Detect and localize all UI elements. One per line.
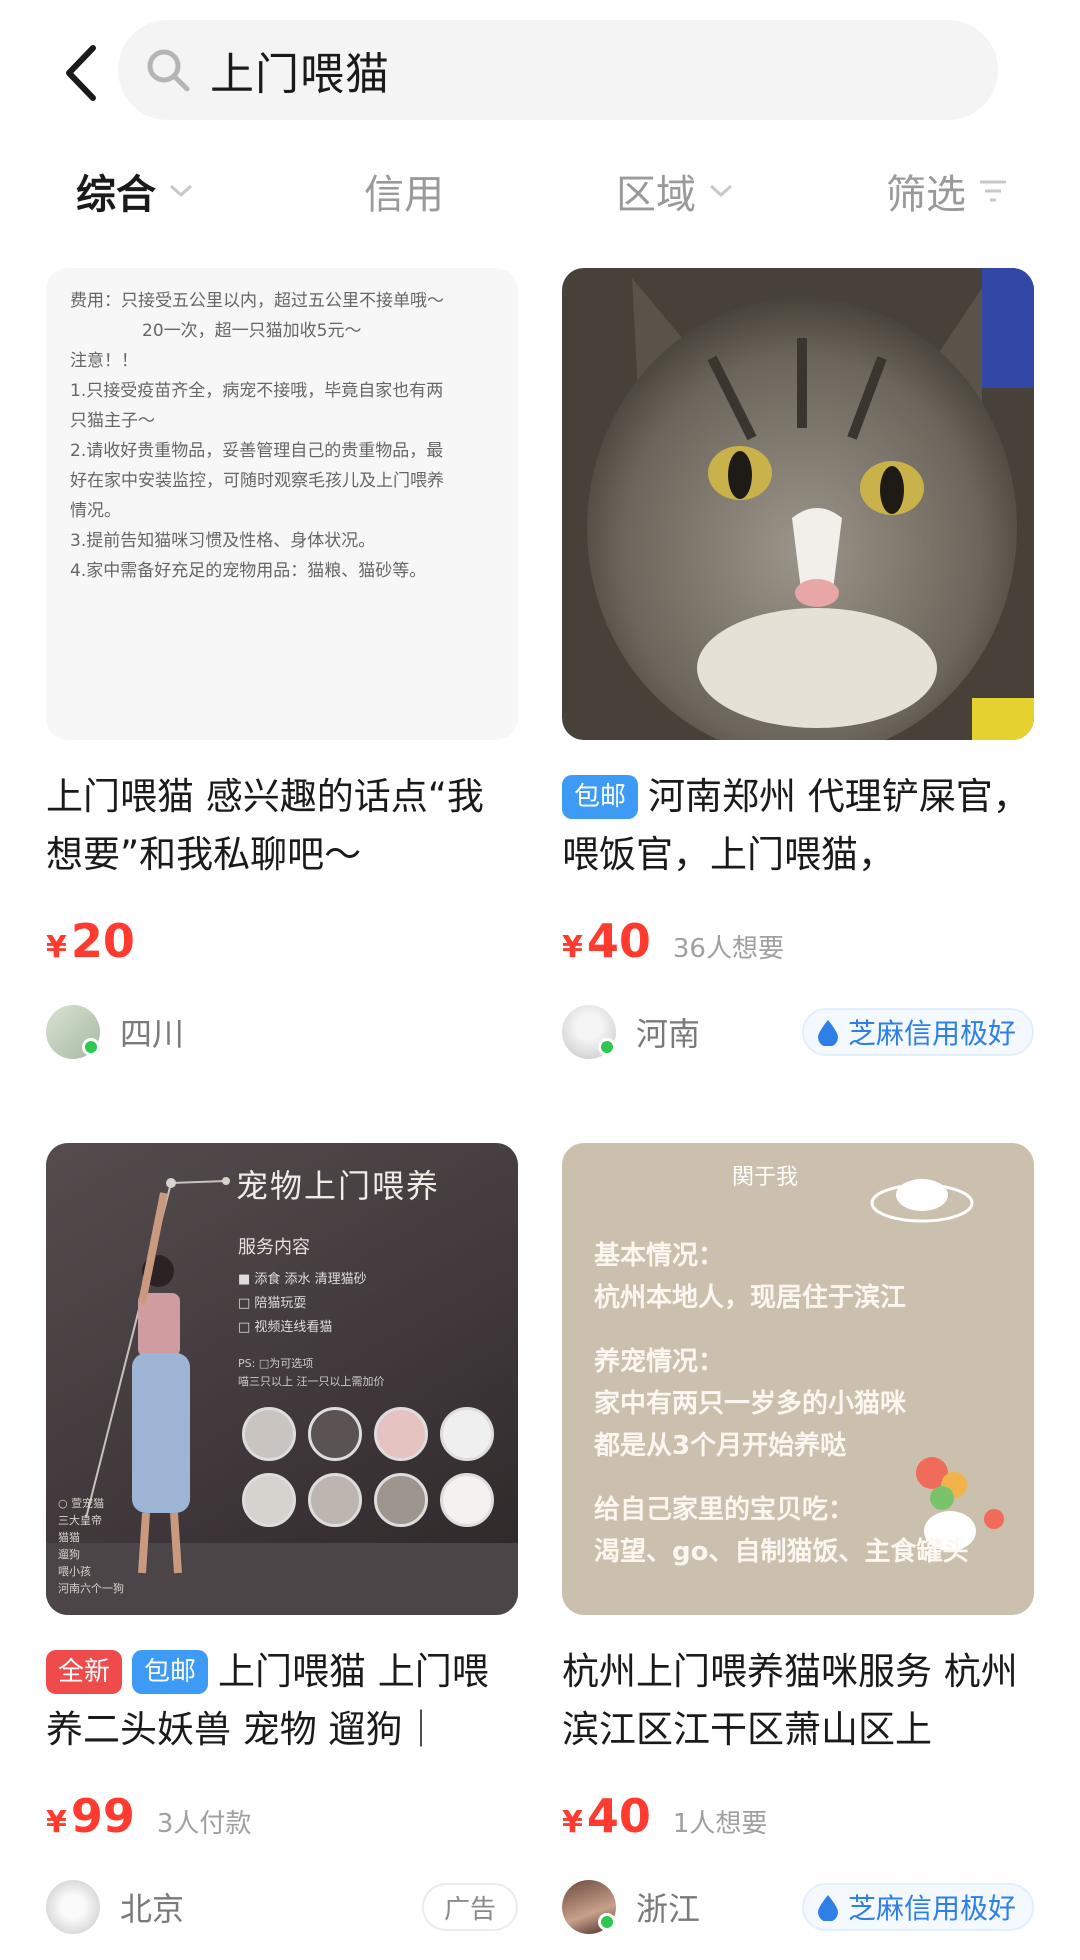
avatar[interactable] <box>46 1880 100 1934</box>
filter-credit[interactable]: 信用 <box>364 162 444 220</box>
cat-thumbnail <box>242 1473 296 1527</box>
search-icon <box>144 46 192 94</box>
seller-region: 浙江 <box>636 1890 701 1928</box>
credit-label: 芝麻信用极好 <box>847 1017 1016 1050</box>
online-indicator <box>82 1038 100 1056</box>
ad-badge: 广告 <box>421 1883 518 1931</box>
note-line: 1.只接受疫苗齐全，病宠不接哦，毕竟自家也有两 <box>70 381 444 401</box>
payment-count: 3人付款 <box>156 1809 252 1839</box>
search-input[interactable]: 上门喂猫 <box>118 20 998 120</box>
chevron-down-icon <box>169 184 193 198</box>
note-line: 2.请收好贵重物品，妥善管理自己的贵重物品，最 <box>70 441 444 461</box>
filter-label: 筛选 <box>886 172 966 218</box>
poster-service-list: ■ 添食 添水 清理猫砂 □ 陪猫玩耍 □ 视频连线看猫 <box>238 1272 367 1335</box>
seller-row: 四川 <box>46 1002 518 1062</box>
poster-ps: PS: □为可选项 喵三只以上 汪一只以上需加价 <box>238 1357 385 1388</box>
product-card[interactable]: 関于我 基本情况： 杭州本地人，现居住于滨江 养宠情况： 家中有两只一岁多的小猫… <box>562 1143 1034 1937</box>
chevron-left-icon <box>66 45 96 101</box>
product-image: 费用：只接受五公里以内，超过五公里不接单哦～ 20一次，超一只猫加收5元～ 注意！！… <box>46 268 518 740</box>
seller-row: 河南 芝麻信用极好 <box>562 1002 1034 1062</box>
chevron-down-icon <box>709 184 733 198</box>
poster-title: 宠物上门喂养 <box>236 1167 441 1205</box>
note-line: 3.提前告知猫咪习惯及性格、身体状况。 <box>70 531 376 551</box>
cat-thumbnail <box>242 1407 296 1461</box>
note-line: 好在家中安装监控，可随时观察毛孩儿及上门喂养 <box>70 471 444 491</box>
price-row: ¥ 40 1人想要 <box>562 1789 1034 1849</box>
filter-label: 综合 <box>76 172 156 218</box>
online-indicator <box>598 1913 616 1931</box>
cat-thumbnail <box>308 1473 362 1527</box>
credit-badge: 芝麻信用极好 <box>801 1883 1034 1931</box>
cat-thumbnail <box>374 1407 428 1461</box>
credit-badge: 芝麻信用极好 <box>801 1008 1034 1056</box>
free-shipping-tag: 包邮 <box>562 775 639 819</box>
back-button[interactable] <box>50 38 110 108</box>
poster-subtitle: 服务内容 <box>238 1237 310 1258</box>
product-title: 包邮 河南郑州 代理铲屎官，喂饭官，上门喂猫， <box>562 775 1030 876</box>
product-title: 杭州上门喂养猫咪服务 杭州滨江区江干区萧山区上 <box>562 1650 1018 1751</box>
filter-screen[interactable]: 筛选 <box>886 162 1008 220</box>
price: 20 <box>70 914 135 968</box>
water-drop-icon <box>817 1020 838 1046</box>
price: 99 <box>70 1789 135 1843</box>
price-row: ¥ 99 3人付款 <box>46 1789 518 1849</box>
seller-region: 河南 <box>636 1015 701 1053</box>
product-card[interactable]: 包邮 河南郑州 代理铲屎官，喂饭官，上门喂猫， ¥ 40 36人想要 河南 芝麻信… <box>562 268 1034 1062</box>
filter-region[interactable]: 区域 <box>616 162 734 220</box>
note-line: 只猫主子～ <box>70 411 155 431</box>
note-line: 20一次，超一只猫加收5元～ <box>142 321 362 341</box>
poster-side-note: ○ 萱宠猫 三大皇帝 猫猫 遛狗 喂小孩 河南六个一狗 <box>58 1497 124 1595</box>
filter-label: 信用 <box>364 172 444 218</box>
new-tag: 全新 <box>46 1650 123 1694</box>
product-card[interactable]: 宠物上门喂养 服务内容 ■ 添食 添水 清理猫砂 □ 陪猫玩耍 □ 视频连线看猫… <box>46 1143 518 1937</box>
cat-thumbnail <box>308 1407 362 1461</box>
filter-comprehensive[interactable]: 综合 <box>76 162 194 220</box>
product-image: 宠物上门喂养 服务内容 ■ 添食 添水 清理猫砂 □ 陪猫玩耍 □ 视频连线看猫… <box>46 1143 518 1615</box>
currency-symbol: ¥ <box>562 930 583 965</box>
filter-label: 区域 <box>616 172 696 218</box>
product-image <box>562 268 1034 740</box>
currency-symbol: ¥ <box>46 1805 67 1840</box>
note-line: 注意！！ <box>70 351 138 371</box>
note-line: 情况。 <box>70 501 121 521</box>
water-drop-icon <box>817 1895 838 1921</box>
seller-region: 四川 <box>120 1015 185 1053</box>
free-shipping-tag: 包邮 <box>132 1650 209 1694</box>
want-count: 1人想要 <box>672 1809 768 1839</box>
credit-label: 芝麻信用极好 <box>847 1892 1016 1925</box>
cat-thumbnail <box>374 1473 428 1527</box>
seller-region: 北京 <box>120 1890 185 1928</box>
price-row: ¥ 40 36人想要 <box>562 914 1034 974</box>
product-image: 関于我 基本情况： 杭州本地人，现居住于滨江 养宠情况： 家中有两只一岁多的小猫… <box>562 1143 1034 1615</box>
price-row: ¥ 20 <box>46 914 518 974</box>
note-line: 4.家中需备好充足的宠物用品：猫粮、猫砂等。 <box>70 561 427 581</box>
want-count: 36人想要 <box>672 934 784 964</box>
note-text: 基本情况： 杭州本地人，现居住于滨江 养宠情况： 家中有两只一岁多的小猫咪 都是… <box>594 1241 969 1567</box>
seller-row: 浙江 芝麻信用极好 <box>562 1877 1034 1937</box>
seller-row: 北京 广告 <box>46 1877 518 1937</box>
dog-thumbnail <box>440 1407 494 1461</box>
product-card[interactable]: 费用：只接受五公里以内，超过五公里不接单哦～ 20一次，超一只猫加收5元～ 注意！！… <box>46 268 518 1062</box>
filter-bar: 综合 信用 区域 筛选 <box>0 150 1080 230</box>
currency-symbol: ¥ <box>46 930 67 965</box>
currency-symbol: ¥ <box>562 1805 583 1840</box>
product-title: 上门喂猫 感兴趣的话点“我想要”和我私聊吧～ <box>46 775 484 876</box>
filter-icon <box>980 180 1006 202</box>
search-query: 上门喂猫 <box>210 49 390 100</box>
top-bar: 上门喂猫 <box>0 0 1080 140</box>
logo-thumbnail <box>440 1473 494 1527</box>
price: 40 <box>586 1789 651 1843</box>
online-indicator <box>598 1038 616 1056</box>
cat-photo <box>562 268 1034 740</box>
product-title: 全新 包邮 上门喂猫 上门喂养二头妖兽 宠物 遛狗｜ <box>46 1650 489 1751</box>
note-line: 费用：只接受五公里以内，超过五公里不接单哦～ <box>70 291 444 311</box>
price: 40 <box>586 914 651 968</box>
